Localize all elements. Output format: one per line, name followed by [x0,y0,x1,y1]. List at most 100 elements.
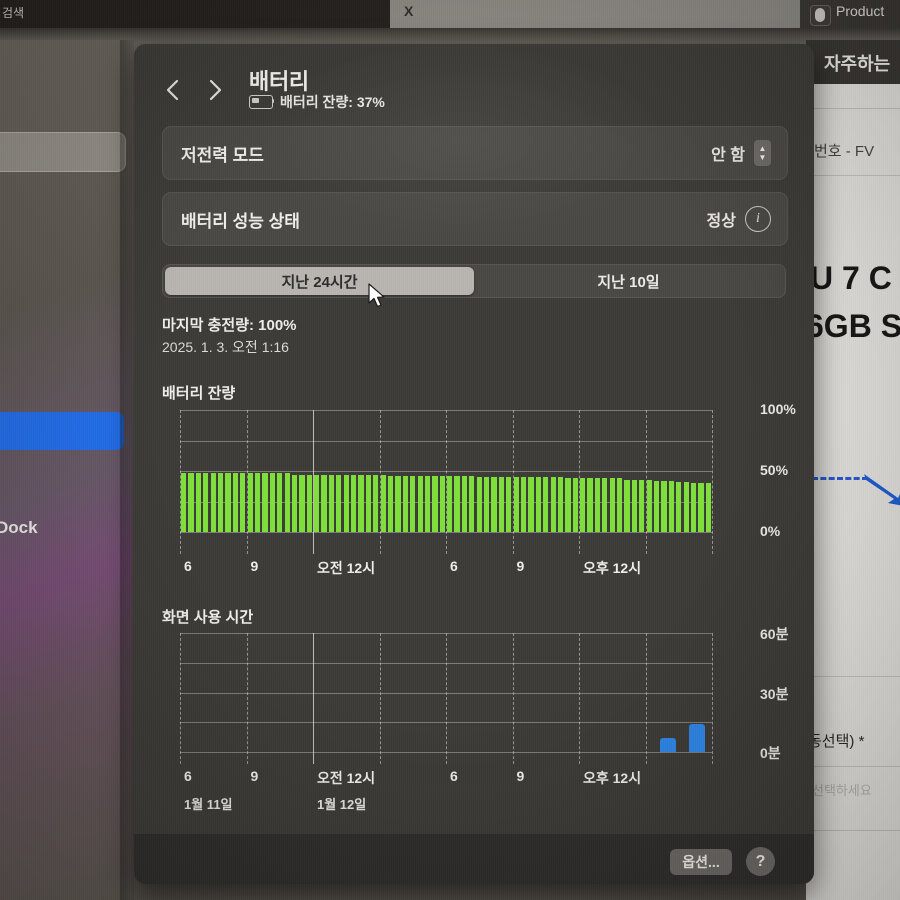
chart-bar [232,473,238,532]
chart-bar [528,477,534,532]
chart-bar [240,473,246,532]
chart-bar [314,474,320,532]
x-axis-tick-label: 9 [250,558,259,574]
chart-bar [380,474,386,532]
chart-plot-battery-level: 0% 50% 100% 6 9 오전 12시 6 9 오후 12시 [180,401,796,576]
background-right-desktop: 자주하는 번호 - FV U 7 C 6GB S 동선택) * 선택하세요 [806,40,900,900]
chart-bar [181,473,187,532]
gridline-vertical [512,633,514,764]
chart-bar [291,474,298,532]
chart-bar [469,475,475,532]
gridline-vertical [645,633,647,764]
x-axis-tick-label: 9 [516,558,525,574]
chart-bar [689,724,706,752]
chart-bar [594,478,601,532]
chart-bar [284,473,290,532]
gridline-vertical [313,633,314,764]
background-divider [806,766,900,767]
background-divider [806,830,900,831]
background-divider [806,108,900,109]
chart-bar [424,475,431,532]
chart-bar [631,479,637,532]
chart-bar [336,474,342,532]
background-left-selected-row [0,412,124,450]
background-close-icon[interactable]: X [404,3,413,19]
chart-bar [351,474,357,532]
help-button[interactable]: ? [746,847,775,876]
row-label: 배터리 성능 상태 [181,211,300,231]
chart-title-screen-time: 화면 사용 시간 [162,609,254,626]
chart-bar [513,477,519,532]
navigation-arrows [160,72,244,108]
background-tab-dark [0,0,390,28]
gridline-vertical [379,633,381,764]
background-divider [806,175,900,176]
chart-bar [373,474,379,532]
chevron-right-icon[interactable] [204,78,226,102]
background-right-subtitle: 번호 - FV [814,143,875,160]
row-battery-health[interactable]: 배터리 성능 상태 정상 i [162,192,788,246]
chart-bar [557,477,564,532]
info-icon[interactable]: i [745,206,771,232]
chart-bar [328,474,335,532]
chart-bar [321,474,327,532]
chart-bar [653,480,660,532]
chart-title-battery-level: 배터리 잔량 [162,385,236,402]
x-axis-tick-label: 오후 12시 [583,560,642,576]
x-axis-tick-label: 9 [516,768,525,784]
chevron-left-icon[interactable] [162,78,184,102]
background-browser-topbar: 검색 X Product [0,0,900,28]
options-button[interactable]: 옵션... [670,849,732,875]
chart-bar [247,473,253,532]
segment-last-10-days[interactable]: 지난 10일 [474,267,783,295]
x-axis-tick-label: 6 [184,558,192,574]
gridline-vertical [446,633,447,764]
chart-bar [417,475,423,532]
row-control[interactable]: 정상 i [707,206,771,232]
y-axis-tick-label: 0분 [760,745,781,761]
time-range-segmented-control[interactable]: 지난 24시간 지난 10일 [162,264,786,298]
background-search-text: 검색 [2,6,25,20]
row-control[interactable]: 안 함 ▲ ▼ [711,140,771,166]
chart-bar [447,475,453,532]
chart-bar [498,477,504,532]
last-charge-time: 2025. 1. 3. 오전 1:16 [162,339,289,355]
chart-bar [535,477,541,532]
chart-bar [410,475,416,532]
chart-bar [661,480,667,532]
chart-bar [269,473,275,532]
window-body: 배터리 배터리 잔량: 37% 저전력 모드 안 함 ▲ ▼ 배터리 성능 상태 … [134,44,814,834]
x-axis-tick-label: 오전 12시 [317,560,376,576]
chart-bar [262,473,268,532]
y-axis-tick-label: 0% [760,523,781,539]
background-right-bigtext-2: 6GB S [806,308,900,344]
chart-bar [358,474,364,532]
gridline-vertical [579,633,580,764]
chart-bar [195,473,202,532]
chart-bar [454,475,460,532]
y-axis-tick-label: 100% [760,401,796,417]
left-window-edge [120,40,134,900]
chart-bar [365,474,371,532]
chart-bar [306,474,312,532]
last-charge-label: 마지막 충전량: 100% [162,317,297,334]
chart-bar [668,480,674,532]
chart-bar [698,483,704,532]
chart-bar [277,473,283,532]
battery-icon [249,95,274,109]
background-product-avatar [810,5,831,26]
chart-bar [602,478,608,532]
chart-bar [203,473,209,532]
y-axis-tick-label: 30분 [760,685,789,702]
chart-bar [491,477,497,532]
chart-bar [506,477,512,532]
row-low-power-mode[interactable]: 저전력 모드 안 함 ▲ ▼ [162,126,788,180]
background-arrow-icon [864,472,900,506]
chart-bar [580,478,586,532]
chart-bar [188,473,194,532]
topbar-shadow [0,28,900,42]
chart-bar [210,473,216,532]
chevron-updown-icon[interactable]: ▲ ▼ [754,140,771,166]
segment-last-24-hours[interactable]: 지난 24시간 [165,267,474,295]
background-left-desktop: Dock [0,40,132,900]
